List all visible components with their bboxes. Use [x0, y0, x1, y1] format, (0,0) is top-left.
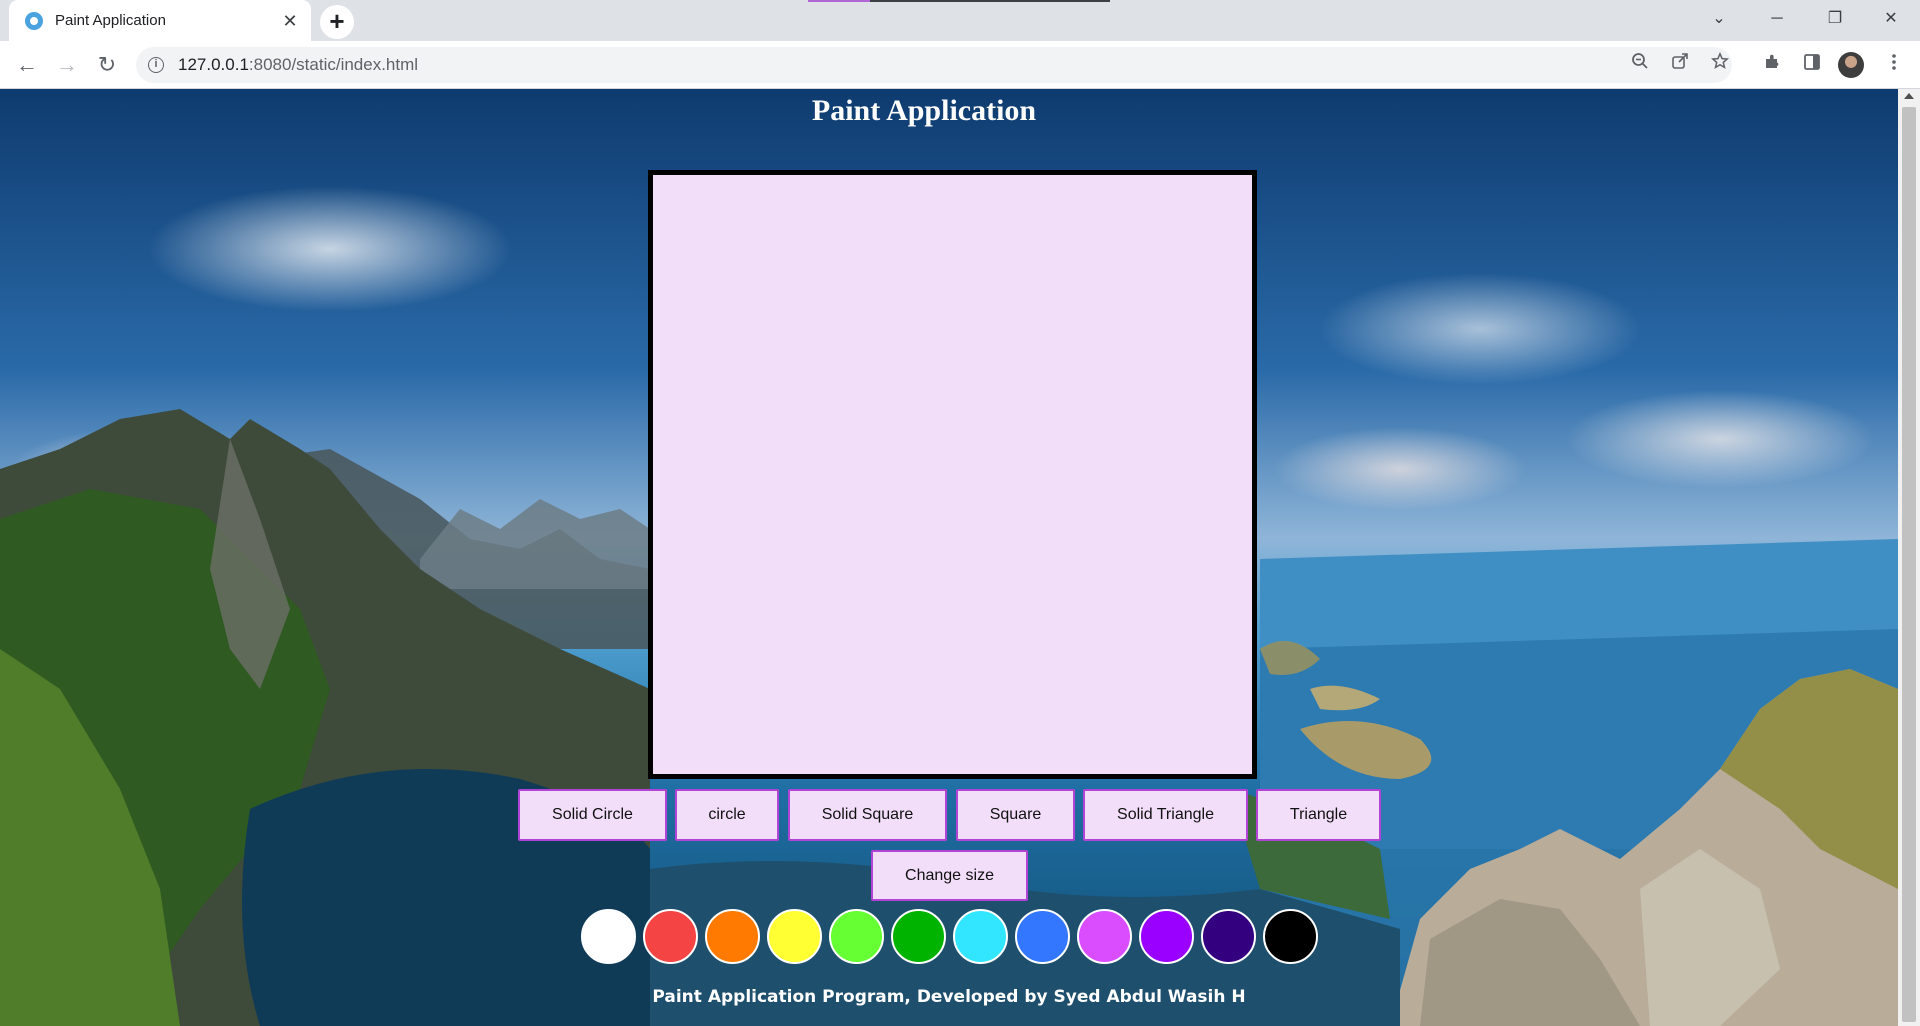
menu-icon[interactable] — [1877, 48, 1911, 82]
color-swatch-orange[interactable] — [705, 909, 760, 964]
color-swatch-green[interactable] — [891, 909, 946, 964]
minimize-button[interactable]: ─ — [1748, 0, 1806, 38]
back-button[interactable]: ← — [10, 48, 44, 82]
tab-strip: Paint Application ✕ + ⌄ ─ ❐ ✕ — [0, 0, 1920, 41]
color-palette — [0, 909, 1898, 967]
color-swatch-lime[interactable] — [829, 909, 884, 964]
url-path: :8080/static/index.html — [248, 55, 419, 74]
color-swatch-yellow[interactable] — [767, 909, 822, 964]
shape-toolbar: Solid Circle circle Solid Square Square … — [0, 789, 1898, 841]
circle-button[interactable]: circle — [675, 789, 779, 841]
solid-triangle-button[interactable]: Solid Triangle — [1083, 789, 1248, 841]
maximize-button[interactable]: ❐ — [1806, 0, 1864, 38]
page-scrollbar[interactable] — [1898, 89, 1920, 1026]
color-swatch-blue[interactable] — [1015, 909, 1070, 964]
profile-avatar[interactable] — [1838, 52, 1864, 78]
canvas-area[interactable] — [653, 175, 1252, 774]
media-indicator-accent — [808, 0, 870, 2]
extensions-icon[interactable] — [1755, 48, 1789, 82]
site-info-icon[interactable]: i — [148, 57, 164, 73]
drawing-canvas[interactable] — [648, 170, 1257, 779]
color-swatch-red[interactable] — [643, 909, 698, 964]
url-host: 127.0.0.1 — [178, 55, 249, 74]
triangle-button[interactable]: Triangle — [1256, 789, 1381, 841]
color-swatch-pink[interactable] — [1077, 909, 1132, 964]
scroll-up-arrow-icon[interactable] — [1904, 93, 1914, 99]
tab-close-icon[interactable]: ✕ — [279, 10, 301, 32]
solid-square-button[interactable]: Solid Square — [788, 789, 947, 841]
color-swatch-black[interactable] — [1263, 909, 1318, 964]
bookmark-star-icon[interactable] — [1706, 47, 1734, 83]
scroll-thumb[interactable] — [1902, 107, 1916, 1022]
browser-toolbar: ← → ↻ i 127.0.0.1:8080/static/index.html — [0, 41, 1920, 89]
color-swatch-purple[interactable] — [1139, 909, 1194, 964]
solid-circle-button[interactable]: Solid Circle — [518, 789, 667, 841]
square-button[interactable]: Square — [956, 789, 1075, 841]
address-bar[interactable]: i 127.0.0.1:8080/static/index.html — [136, 47, 1732, 83]
color-swatch-white[interactable] — [581, 909, 636, 964]
forward-button[interactable]: → — [50, 48, 84, 82]
reload-button[interactable]: ↻ — [90, 48, 124, 82]
color-swatch-cyan[interactable] — [953, 909, 1008, 964]
url-text: 127.0.0.1:8080/static/index.html — [178, 55, 418, 75]
side-panel-icon[interactable] — [1795, 48, 1829, 82]
zoom-icon[interactable] — [1626, 47, 1654, 83]
page-title: Paint Application — [811, 94, 1037, 127]
share-icon[interactable] — [1666, 47, 1694, 83]
close-window-button[interactable]: ✕ — [1862, 0, 1920, 38]
change-size-button[interactable]: Change size — [871, 850, 1028, 901]
page-viewport: Paint Application Solid Circle circle So… — [0, 89, 1898, 1026]
tab-search-icon[interactable]: ⌄ — [1690, 0, 1748, 38]
browser-tab[interactable]: Paint Application ✕ — [9, 0, 311, 41]
favicon-icon — [25, 11, 43, 30]
color-swatch-indigo[interactable] — [1201, 909, 1256, 964]
footer-credit: Paint Application Program, Developed by … — [652, 987, 1246, 1007]
new-tab-button[interactable]: + — [320, 5, 354, 39]
tab-title: Paint Application — [55, 12, 166, 29]
